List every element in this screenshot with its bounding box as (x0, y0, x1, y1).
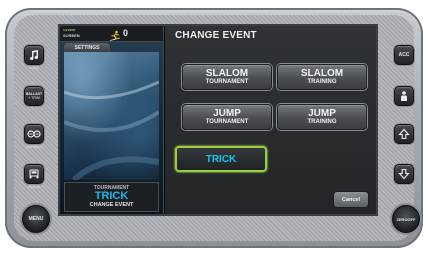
event-mode: TOURNAMENT (205, 118, 249, 125)
music-note-icon (28, 49, 40, 61)
acc-label: ACC (398, 52, 410, 58)
acc-button[interactable]: ACC (394, 45, 414, 65)
pass-count: 0 (123, 28, 129, 38)
menu-button[interactable]: MENU (22, 205, 50, 233)
display-screen: 3-EVENT SCREEN 0 SETTINGS TOURNAMENT TRI… (58, 24, 378, 216)
tab-settings[interactable]: SETTINGS (64, 43, 110, 52)
screen-label: 3-EVENT SCREEN (63, 28, 81, 38)
arrow-down-icon (398, 168, 410, 180)
change-event-panel: CHANGE EVENT SLALOM TOURNAMENT SLALOM TR… (165, 26, 376, 214)
screen-label-text: SCREEN (63, 33, 80, 38)
ballast-trim-button[interactable]: BALLAST + TRIM (24, 86, 44, 106)
audio-caption: AUDIO (29, 66, 39, 70)
controls-icon (27, 129, 41, 139)
arrow-up-button[interactable] (394, 124, 414, 144)
arrow-up-icon (398, 128, 410, 140)
vehicle-caption: VEHICLE (27, 185, 41, 189)
zero-off-button[interactable]: ZEROOFF (392, 205, 420, 233)
controls-button[interactable] (24, 124, 44, 144)
cancel-button[interactable]: Cancel (333, 191, 369, 208)
wake-graphic (64, 80, 159, 180)
event-name: JUMP (213, 107, 241, 119)
trick-button[interactable]: TRICK (175, 146, 267, 172)
status-header: 3-EVENT SCREEN 0 (60, 26, 163, 42)
event-name: SLALOM (205, 67, 249, 79)
current-event-name: TRICK (94, 190, 129, 202)
slalom-training-button[interactable]: SLALOM TRAINING (277, 64, 367, 90)
zero-off-label: ZEROOFF (396, 216, 416, 222)
menu-label: MENU (28, 216, 44, 222)
skier-icon (109, 28, 121, 46)
arrow-down-button[interactable] (394, 164, 414, 184)
current-event-button[interactable]: TOURNAMENT TRICK CHANGE EVENT (64, 182, 159, 212)
jump-training-button[interactable]: JUMP TRAINING (277, 104, 367, 130)
vehicle-icon (28, 168, 40, 180)
status-panel: 3-EVENT SCREEN 0 SETTINGS TOURNAMENT TRI… (60, 26, 164, 214)
event-mode: TOURNAMENT (205, 78, 249, 85)
seat-icon (398, 90, 410, 102)
vehicle-button[interactable] (24, 164, 44, 184)
controls-caption: CONTROLS (25, 145, 43, 149)
audio-button[interactable] (24, 45, 44, 65)
event-mode: TRAINING (307, 78, 337, 85)
change-event-label: CHANGE EVENT (89, 202, 134, 208)
seat-button[interactable] (394, 86, 414, 106)
jump-tournament-button[interactable]: JUMP TOURNAMENT (182, 104, 272, 130)
page-title: CHANGE EVENT (175, 30, 257, 41)
event-name: SLALOM (300, 67, 344, 79)
event-name: JUMP (308, 107, 336, 119)
slalom-tournament-button[interactable]: SLALOM TOURNAMENT (182, 64, 272, 90)
ballast-trim-caption: + TRIM (28, 96, 40, 100)
event-mode: TRAINING (307, 118, 337, 125)
